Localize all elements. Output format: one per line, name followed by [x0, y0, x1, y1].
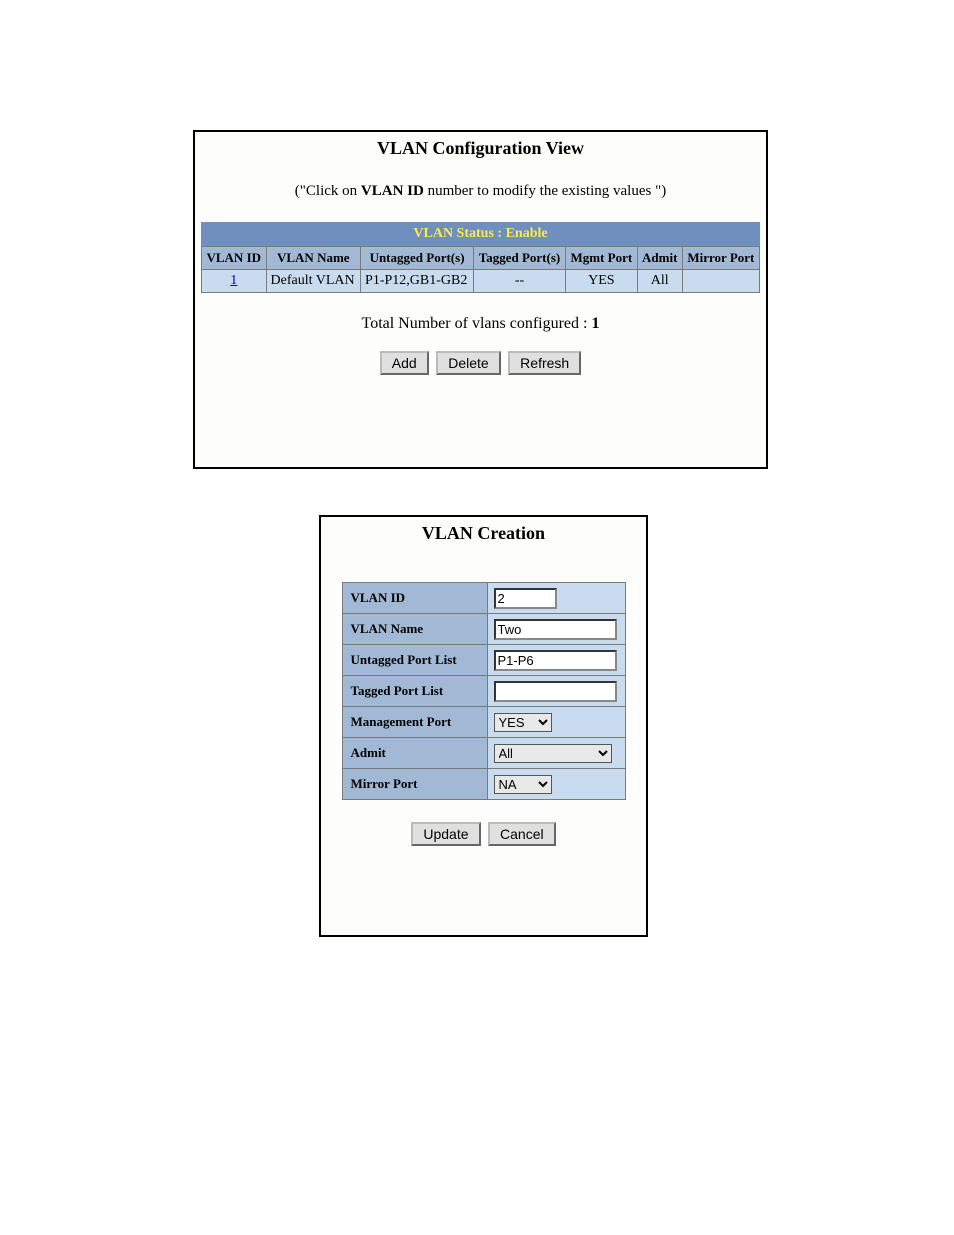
vlan-config-hint: ("Click on VLAN ID number to modify the …: [195, 183, 766, 222]
hint-suffix: number to modify the existing values "): [424, 183, 666, 199]
hint-bold: VLAN ID: [361, 183, 424, 199]
row-mgmt: Management Port YES: [342, 707, 625, 738]
update-button[interactable]: Update: [411, 822, 480, 846]
col-untagged: Untagged Port(s): [361, 247, 474, 270]
cell-mirror-select: NA: [487, 769, 625, 800]
cell-admit-select: All: [487, 738, 625, 769]
tagged-port-input[interactable]: [494, 681, 617, 702]
cell-vlan-name: Default VLAN: [266, 270, 361, 293]
total-value: 1: [591, 315, 599, 332]
label-untagged: Untagged Port List: [342, 645, 487, 676]
cell-admit: All: [637, 270, 682, 293]
total-prefix: Total Number of vlans configured :: [362, 315, 592, 332]
refresh-button[interactable]: Refresh: [508, 351, 581, 375]
cell-mgmt-select: YES: [487, 707, 625, 738]
creation-button-row: Update Cancel: [321, 800, 646, 846]
row-admit: Admit All: [342, 738, 625, 769]
col-mirror: Mirror Port: [682, 247, 759, 270]
row-tagged: Tagged Port List: [342, 676, 625, 707]
vlan-creation-panel: VLAN Creation VLAN ID VLAN Name Untagged…: [319, 515, 648, 937]
cancel-button[interactable]: Cancel: [488, 822, 556, 846]
cell-vlan-name-input: [487, 614, 625, 645]
add-button[interactable]: Add: [380, 351, 429, 375]
table-row: 1 Default VLAN P1-P12,GB1-GB2 -- YES All: [202, 270, 760, 293]
delete-button[interactable]: Delete: [436, 351, 500, 375]
label-mirror: Mirror Port: [342, 769, 487, 800]
row-mirror: Mirror Port NA: [342, 769, 625, 800]
cell-vlan-id: 1: [202, 270, 267, 293]
cell-untagged-input: [487, 645, 625, 676]
vlan-table-header-row: VLAN ID VLAN Name Untagged Port(s) Tagge…: [202, 247, 760, 270]
row-vlan-name: VLAN Name: [342, 614, 625, 645]
cell-vlan-id-input: [487, 583, 625, 614]
cell-mgmt: YES: [565, 270, 637, 293]
config-button-row: Add Delete Refresh: [195, 351, 766, 385]
mgmt-port-select[interactable]: YES: [494, 713, 552, 732]
vlan-id-input[interactable]: [494, 588, 557, 609]
label-vlan-id: VLAN ID: [342, 583, 487, 614]
cell-tagged-input: [487, 676, 625, 707]
vlan-id-link[interactable]: 1: [230, 273, 237, 288]
vlan-config-view-panel: VLAN Configuration View ("Click on VLAN …: [193, 130, 768, 469]
cell-mirror: [682, 270, 759, 293]
admit-select[interactable]: All: [494, 744, 612, 763]
vlan-status-bar: VLAN Status : Enable: [201, 222, 760, 246]
col-tagged: Tagged Port(s): [474, 247, 566, 270]
vlan-name-input[interactable]: [494, 619, 617, 640]
hint-prefix: ("Click on: [295, 183, 361, 199]
col-vlan-name: VLAN Name: [266, 247, 361, 270]
col-admit: Admit: [637, 247, 682, 270]
cell-tagged: --: [474, 270, 566, 293]
label-mgmt: Management Port: [342, 707, 487, 738]
vlan-creation-form: VLAN ID VLAN Name Untagged Port List Tag…: [342, 582, 626, 800]
col-vlan-id: VLAN ID: [202, 247, 267, 270]
row-untagged: Untagged Port List: [342, 645, 625, 676]
mirror-port-select[interactable]: NA: [494, 775, 552, 794]
cell-untagged: P1-P12,GB1-GB2: [361, 270, 474, 293]
untagged-port-input[interactable]: [494, 650, 617, 671]
label-admit: Admit: [342, 738, 487, 769]
total-vlans-line: Total Number of vlans configured : 1: [195, 293, 766, 351]
label-tagged: Tagged Port List: [342, 676, 487, 707]
label-vlan-name: VLAN Name: [342, 614, 487, 645]
col-mgmt: Mgmt Port: [565, 247, 637, 270]
vlan-config-view-title: VLAN Configuration View: [195, 132, 766, 183]
vlan-creation-title: VLAN Creation: [321, 517, 646, 552]
row-vlan-id: VLAN ID: [342, 583, 625, 614]
vlan-table: VLAN ID VLAN Name Untagged Port(s) Tagge…: [201, 246, 760, 293]
